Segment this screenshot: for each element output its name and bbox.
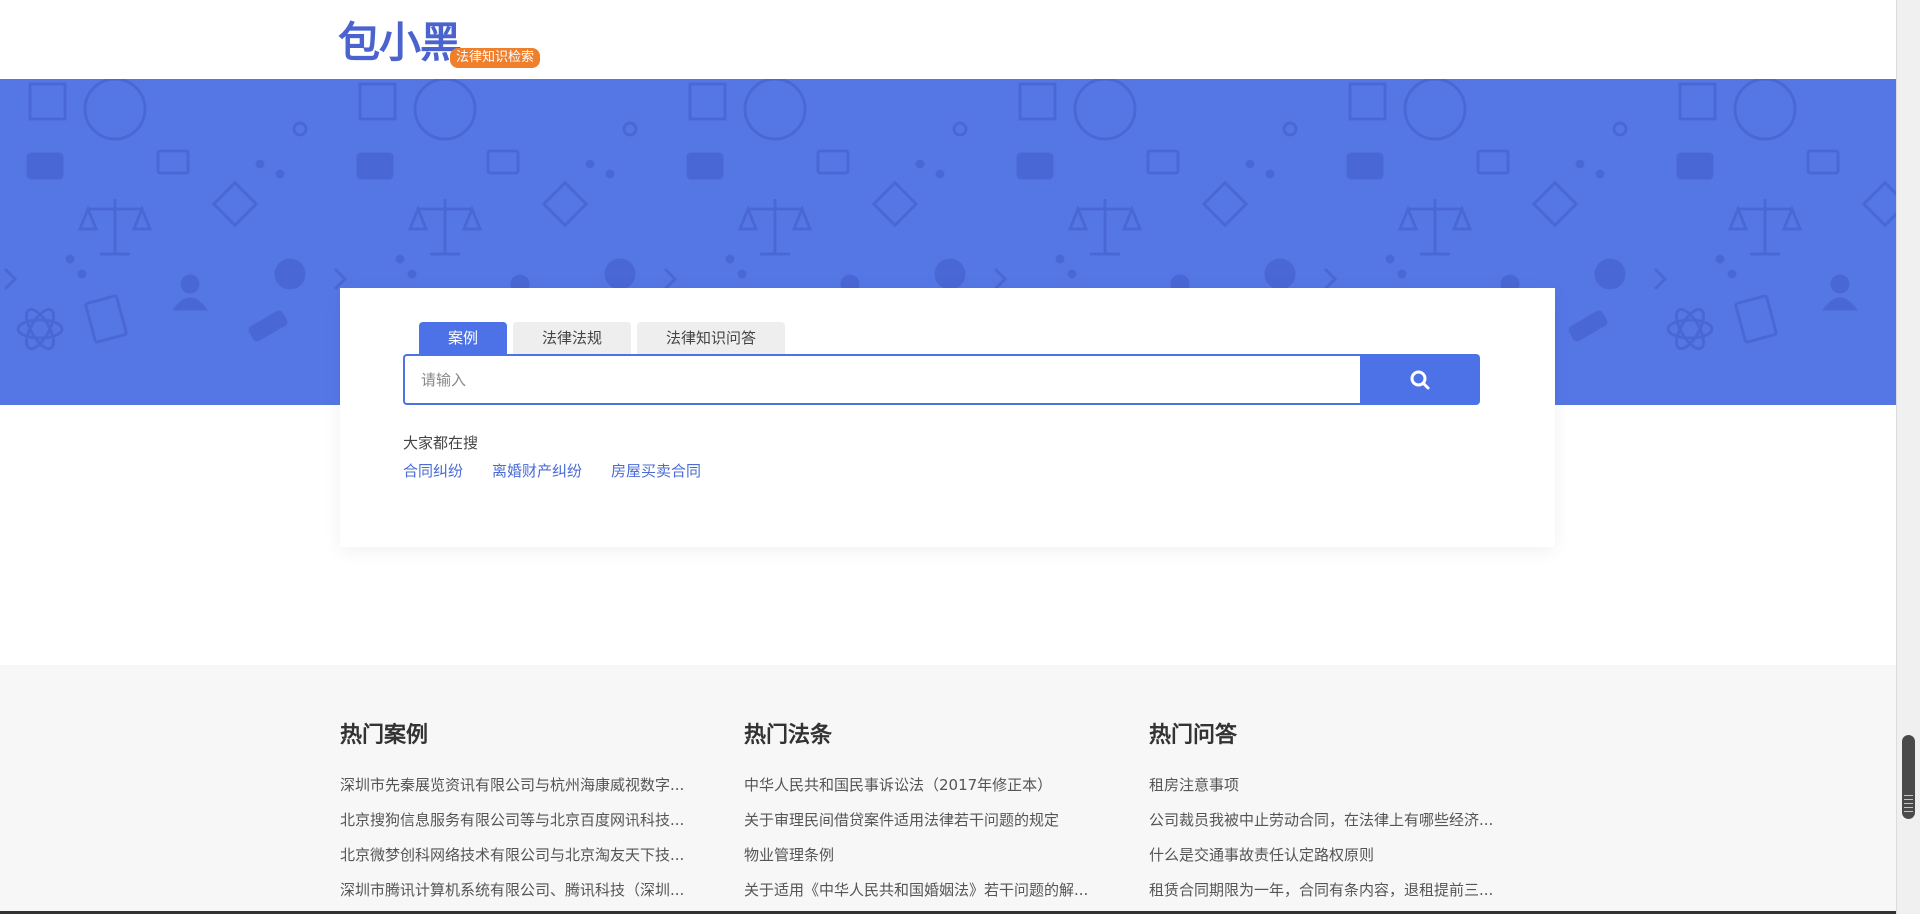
scrollbar-grip <box>1904 799 1913 800</box>
hot-qa-link[interactable]: 什么是交通事故责任认定路权原则 <box>1149 838 1509 873</box>
scrollbar-grip <box>1904 811 1913 812</box>
trending-searches: 合同纠纷 离婚财产纠纷 房屋买卖合同 <box>403 460 730 481</box>
search-icon <box>1410 370 1430 389</box>
logo-badge: 法律知识检索 <box>450 48 541 68</box>
search-row <box>403 354 1480 405</box>
search-button[interactable] <box>1360 354 1480 405</box>
trending-searches-label: 大家都在搜 <box>403 434 479 452</box>
hot-cases-column: 热门案例 深圳市先秦展览资讯有限公司与杭州海康威视数字... 北京搜狗信息服务有… <box>340 721 700 908</box>
site-logo[interactable]: 包小黑 法律知识检索 <box>338 18 548 72</box>
search-input[interactable] <box>403 354 1360 405</box>
hot-law-link[interactable]: 关于适用《中华人民共和国婚姻法》若干问题的解... <box>744 873 1104 908</box>
hot-laws-column: 热门法条 中华人民共和国民事诉讼法（2017年修正本） 关于审理民间借贷案件适用… <box>744 721 1104 908</box>
hot-qa-link[interactable]: 公司裁员我被中止劳动合同，在法律上有哪些经济... <box>1149 803 1509 838</box>
logo-wordmark: 包小黑 <box>338 18 462 67</box>
hot-qa-link[interactable]: 租赁合同期限为一年，合同有条内容，退租提前三... <box>1149 873 1509 908</box>
scrollbar-grip <box>1904 795 1913 796</box>
page-scrollbar[interactable] <box>1896 0 1920 914</box>
scrollbar-thumb[interactable] <box>1902 735 1915 819</box>
hot-law-link[interactable]: 中华人民共和国民事诉讼法（2017年修正本） <box>744 768 1104 803</box>
tab-cases[interactable]: 案例 <box>419 322 508 354</box>
hot-laws-title: 热门法条 <box>744 723 833 748</box>
hot-case-link[interactable]: 深圳市先秦展览资讯有限公司与杭州海康威视数字... <box>340 768 700 803</box>
hot-qa-column: 热门问答 租房注意事项 公司裁员我被中止劳动合同，在法律上有哪些经济... 什么… <box>1149 721 1509 908</box>
trending-link-house-sale-contract[interactable]: 房屋买卖合同 <box>611 460 701 481</box>
hot-case-link[interactable]: 北京微梦创科网络技术有限公司与北京淘友天下技... <box>340 838 700 873</box>
hot-cases-title: 热门案例 <box>340 723 429 748</box>
hot-law-link[interactable]: 关于审理民间借贷案件适用法律若干问题的规定 <box>744 803 1104 838</box>
hot-qa-link[interactable]: 租房注意事项 <box>1149 768 1509 803</box>
hot-qa-title: 热门问答 <box>1149 723 1238 748</box>
trending-link-divorce-property[interactable]: 离婚财产纠纷 <box>492 460 582 481</box>
search-tabs: 案例 法律法规 法律知识问答 <box>419 322 791 354</box>
tab-laws[interactable]: 法律法规 <box>513 322 632 354</box>
hot-content-section: 热门案例 深圳市先秦展览资讯有限公司与杭州海康威视数字... 北京搜狗信息服务有… <box>0 665 1896 914</box>
scrollbar-grip <box>1904 803 1913 804</box>
hot-law-link[interactable]: 物业管理条例 <box>744 838 1104 873</box>
trending-link-contract-dispute[interactable]: 合同纠纷 <box>403 460 463 481</box>
scrollbar-grip <box>1904 807 1913 808</box>
search-card: 案例 法律法规 法律知识问答 大家都在搜 合同纠纷 离婚财产纠纷 房屋买卖合同 <box>340 288 1555 547</box>
site-header: 包小黑 法律知识检索 <box>0 0 1896 79</box>
hot-case-link[interactable]: 深圳市腾讯计算机系统有限公司、腾讯科技（深圳... <box>340 873 700 908</box>
tab-legal-qa[interactable]: 法律知识问答 <box>637 322 786 354</box>
hot-case-link[interactable]: 北京搜狗信息服务有限公司等与北京百度网讯科技... <box>340 803 700 838</box>
